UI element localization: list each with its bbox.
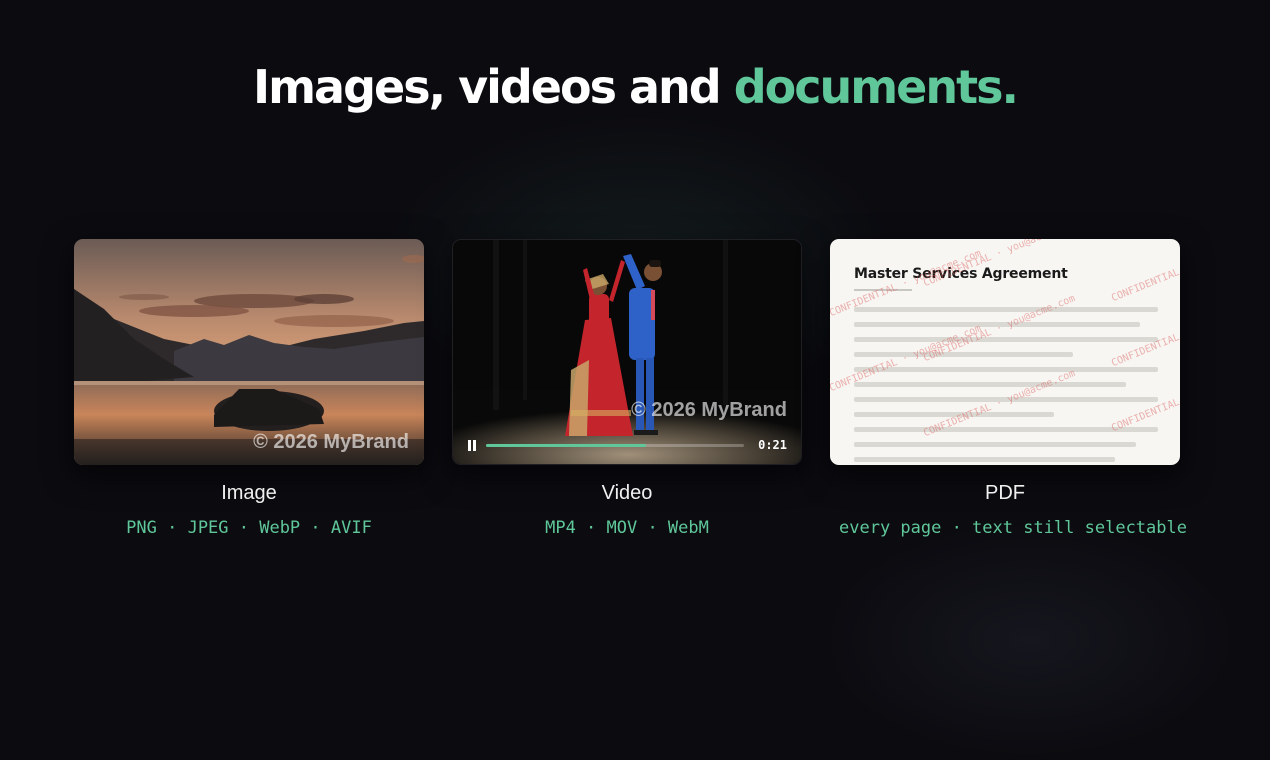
video-progress-fill — [486, 444, 646, 447]
copyright-watermark: © 2026 MyBrand — [631, 399, 787, 421]
headline-text: Images, videos and — [253, 60, 734, 114]
video-card-label: Video — [601, 482, 653, 504]
video-controls: 0:21 — [453, 430, 801, 464]
video-progress-bar[interactable] — [486, 444, 744, 447]
background-glow — [820, 520, 1240, 760]
video-formats: MP4 · MOV · WebM — [545, 518, 709, 538]
pdf-formats: every page · text still selectable — [839, 518, 1187, 538]
pdf-card-label: PDF — [985, 482, 1025, 504]
video-time: 0:21 — [758, 438, 787, 452]
pdf-preview-card[interactable]: Master Services Agreement CONFIDENTIAL ·… — [830, 239, 1180, 465]
pause-icon[interactable] — [466, 439, 478, 453]
image-preview-card[interactable]: © 2026 MyBrand — [74, 239, 424, 465]
page-headline: Images, videos and documents. — [0, 60, 1270, 114]
image-formats: PNG · JPEG · WebP · AVIF — [126, 518, 372, 538]
video-preview-card[interactable]: © 2026 MyBrand 0:21 — [452, 239, 802, 465]
image-card-label: Image — [221, 482, 277, 504]
copyright-watermark: © 2026 MyBrand — [253, 431, 409, 453]
headline-accent: documents. — [733, 60, 1019, 114]
